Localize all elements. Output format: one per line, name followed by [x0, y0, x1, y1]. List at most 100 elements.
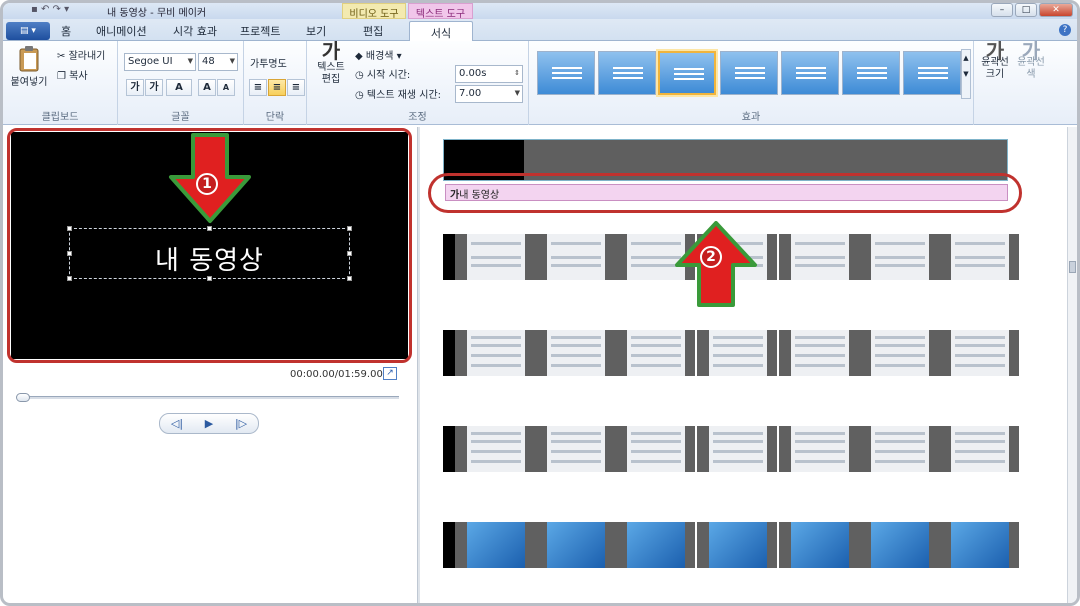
- cut-label: 잘라내기: [68, 51, 106, 62]
- gallery-down-icon: ▼: [963, 70, 969, 78]
- group-label-clipboard: 클립보드: [41, 112, 79, 123]
- close-button[interactable]: ✕: [1039, 3, 1073, 17]
- tab-animation[interactable]: 애니메이션: [96, 23, 147, 39]
- effects-gallery-scroll[interactable]: ▲ ▼: [961, 49, 971, 99]
- next-frame-icon[interactable]: |▷: [235, 417, 247, 430]
- tab-project[interactable]: 프로젝트: [240, 23, 280, 39]
- step-badge-1: 1: [196, 173, 218, 195]
- outline-size-icon: 가: [985, 39, 1005, 63]
- group-label-effects: 효과: [741, 112, 761, 123]
- tab-view[interactable]: 보기: [306, 23, 326, 39]
- align-left-button[interactable]: ≡: [249, 79, 267, 96]
- outline-color-label: 윤곽선 색: [1017, 57, 1045, 80]
- app-window: ▪ ↶ ↷ ▾ 내 동영상 - 무비 메이커 비디오 도구 텍스트 도구 – □…: [0, 0, 1080, 606]
- tab-home[interactable]: 홈: [61, 23, 71, 39]
- outline-color-icon: 가: [1021, 39, 1041, 63]
- font-size-value: 48: [202, 56, 215, 67]
- step-badge-2: 2: [700, 246, 722, 268]
- decrease-font-button[interactable]: A: [217, 79, 235, 96]
- tab-visual-effects[interactable]: 시각 효과: [173, 23, 217, 39]
- paint-bucket-icon: ◆: [355, 51, 363, 62]
- storyboard-scrollbar[interactable]: [1067, 127, 1077, 603]
- edit-text-icon: 가: [321, 39, 341, 63]
- effect-thumb-5[interactable]: [781, 51, 839, 95]
- seek-handle[interactable]: [16, 393, 30, 402]
- font-color-button[interactable]: A: [166, 79, 192, 96]
- group-adjust: 가 텍스트 편집 ◆ 배경색 ▾ ◷ 시작 시간: 0.00s ⇕ ◷ 텍스트 재…: [307, 41, 529, 125]
- effects-gallery: [533, 47, 961, 99]
- effect-thumb-4[interactable]: [720, 51, 778, 95]
- effect-thumb-2[interactable]: [598, 51, 656, 95]
- playback-time: 00:00.00/01:59.00: [290, 369, 383, 380]
- popout-icon[interactable]: ↗: [383, 367, 397, 380]
- title-bar: ▪ ↶ ↷ ▾ 내 동영상 - 무비 메이커 비디오 도구 텍스트 도구 – □…: [3, 3, 1077, 20]
- group-label-paragraph: 단락: [265, 112, 285, 123]
- cut-button[interactable]: ✂ 잘라내기: [57, 47, 105, 62]
- ribbon: 붙여넣기 ✂ 잘라내기 ❐ 복사 클립보드 Segoe UI ▼ 48 ▼ 가 가 …: [3, 41, 1077, 125]
- group-paragraph: 가투명도 ≡ ≡ ≡ 단락: [244, 41, 307, 125]
- maximize-button[interactable]: □: [1015, 3, 1037, 17]
- tab-format[interactable]: 서식: [409, 21, 473, 42]
- bg-color-label: 배경색: [365, 51, 394, 62]
- align-left-icon: ≡: [253, 82, 263, 93]
- transparency-button[interactable]: 가투명도: [250, 55, 287, 70]
- context-tab-text-tools: 텍스트 도구: [408, 3, 473, 20]
- start-time-value: 0.00s: [459, 68, 487, 79]
- highlight-box-caption: [428, 173, 1022, 213]
- font-size-select[interactable]: 48 ▼: [198, 53, 238, 71]
- scissors-icon: ✂: [57, 51, 66, 62]
- play-icon[interactable]: ▶: [205, 417, 213, 430]
- gallery-up-icon: ▲: [963, 54, 969, 62]
- effect-thumb-7[interactable]: [903, 51, 961, 95]
- window-title: 내 동영상 - 무비 메이커: [107, 8, 207, 19]
- group-font: Segoe UI ▼ 48 ▼ 가 가 A A A 글꼴: [118, 41, 244, 125]
- copy-button[interactable]: ❐ 복사: [57, 67, 88, 82]
- help-icon[interactable]: ?: [1059, 24, 1071, 36]
- chevron-down-icon: ▼: [514, 89, 520, 97]
- quick-access-toolbar[interactable]: ▪ ↶ ↷ ▾: [31, 4, 69, 15]
- context-tab-video-tools: 비디오 도구: [342, 3, 406, 20]
- pane-divider[interactable]: [417, 127, 420, 603]
- window-controls: – □ ✕: [991, 3, 1073, 17]
- outline-size-button[interactable]: 가 윤곽선 크기: [976, 39, 1014, 81]
- ribbon-tab-bar: ▤ ▾ 홈 애니메이션 시각 효과 프로젝트 보기 편집 서식 ?: [3, 19, 1077, 42]
- duration-select[interactable]: 7.00 ▼: [455, 85, 523, 103]
- previous-frame-icon[interactable]: ◁|: [171, 417, 183, 430]
- background-color-button[interactable]: ◆ 배경색 ▾: [355, 47, 402, 62]
- seek-bar[interactable]: [17, 396, 399, 399]
- start-time-label-row: ◷ 시작 시간:: [355, 66, 410, 81]
- outline-color-button[interactable]: 가 윤곽선 색: [1012, 39, 1050, 81]
- shrink-font-button[interactable]: 가: [126, 79, 144, 96]
- effect-thumb-6[interactable]: [842, 51, 900, 95]
- group-clipboard: 붙여넣기 ✂ 잘라내기 ❐ 복사 클립보드: [3, 41, 118, 125]
- edit-text-button[interactable]: 가 텍스트 편집: [313, 39, 349, 86]
- file-menu-button[interactable]: ▤ ▾: [6, 22, 50, 40]
- group-label-font: 글꼴: [171, 112, 190, 123]
- font-family-select[interactable]: Segoe UI ▼: [124, 53, 196, 71]
- transparency-icon: 가: [250, 59, 260, 70]
- align-right-icon: ≡: [291, 82, 301, 93]
- outline-size-label: 윤곽선 크기: [981, 57, 1009, 80]
- copy-label: 복사: [69, 71, 88, 82]
- align-center-button[interactable]: ≡: [268, 79, 286, 96]
- edit-text-label: 텍스트 편집: [317, 62, 345, 85]
- increase-font-button[interactable]: A: [198, 79, 216, 96]
- group-label-adjust: 조정: [408, 112, 427, 123]
- clock-icon: ◷: [355, 70, 364, 81]
- paste-button[interactable]: 붙여넣기: [9, 45, 49, 89]
- group-outline: 가 윤곽선 크기 가 윤곽선 색: [974, 41, 1054, 125]
- video-clip-row[interactable]: [443, 330, 1019, 376]
- effect-thumb-1[interactable]: [537, 51, 595, 95]
- tab-edit[interactable]: 편집: [363, 23, 383, 39]
- duration-label: 텍스트 재생 시간:: [366, 90, 442, 101]
- minimize-button[interactable]: –: [991, 3, 1013, 17]
- scrollbar-thumb[interactable]: [1069, 261, 1076, 273]
- start-time-input[interactable]: 0.00s ⇕: [455, 65, 523, 83]
- duration-value: 7.00: [459, 88, 482, 99]
- duration-label-row: ◷ 텍스트 재생 시간:: [355, 86, 441, 101]
- video-clip-row[interactable]: [443, 426, 1019, 472]
- video-clip-row[interactable]: [443, 522, 1019, 568]
- effect-thumb-3[interactable]: [658, 51, 716, 95]
- grow-font-button[interactable]: 가: [145, 79, 163, 96]
- align-right-button[interactable]: ≡: [287, 79, 305, 96]
